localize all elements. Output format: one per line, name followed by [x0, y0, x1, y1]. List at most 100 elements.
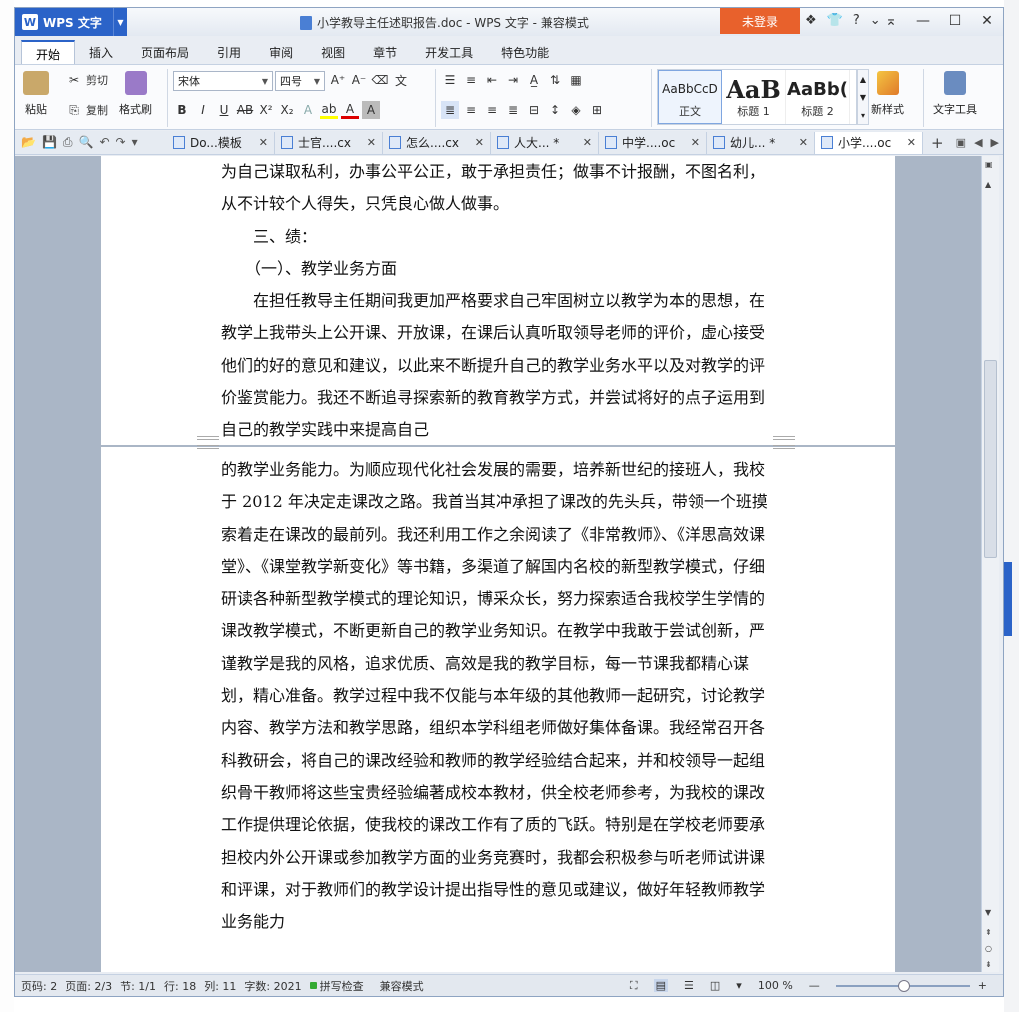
doc-tab[interactable]: 人大... * ✕ — [491, 131, 599, 154]
tab-features[interactable]: 特色功能 — [487, 40, 563, 64]
copy-button[interactable]: ⎘ 复制 — [65, 101, 108, 119]
redo-icon[interactable]: ↷ — [116, 135, 126, 150]
doc-tab[interactable]: 幼儿... * ✕ — [707, 131, 815, 154]
style-heading-2[interactable]: AaBb( 标题 2 — [786, 70, 850, 124]
style-heading-1[interactable]: AaB 标题 1 — [722, 70, 786, 124]
align-right-icon[interactable]: ≡ — [483, 101, 501, 119]
side-tab[interactable] — [1004, 562, 1012, 636]
new-style-button[interactable]: 新样式 — [871, 71, 904, 117]
font-color-icon[interactable]: A — [341, 101, 359, 119]
web-view-icon[interactable]: ◫ — [710, 979, 720, 992]
align-left-icon[interactable]: ≣ — [441, 101, 459, 119]
tab-next-icon[interactable]: ▶ — [991, 136, 999, 149]
tab-developer[interactable]: 开发工具 — [411, 40, 487, 64]
close-icon[interactable]: ✕ — [475, 136, 484, 149]
skin-icon[interactable]: ❖ — [805, 13, 817, 28]
vertical-scrollbar[interactable]: ▣ ▲ ▼ ⇞ ○ ⇟ — [981, 156, 999, 972]
spell-check-toggle[interactable]: 拼写检查 — [309, 978, 372, 994]
close-icon[interactable]: ✕ — [907, 136, 916, 149]
phonetic-icon[interactable]: 文 — [392, 71, 410, 89]
doc-tab[interactable]: 士官....cx ✕ — [275, 131, 383, 154]
browse-object-icon[interactable]: ○ — [985, 944, 992, 953]
customize-icon[interactable]: ▾ — [132, 135, 138, 150]
reading-mode-icon[interactable]: ▾ — [736, 979, 742, 992]
doc-tab[interactable]: 怎么....cx ✕ — [383, 131, 491, 154]
login-button[interactable]: 未登录 — [720, 8, 800, 34]
highlight-icon[interactable]: ab — [320, 101, 338, 119]
status-pages[interactable]: 页面: 2/3 — [65, 978, 112, 994]
superscript-icon[interactable]: X² — [257, 101, 275, 119]
next-page-icon[interactable]: ⇟ — [985, 960, 992, 969]
close-icon[interactable]: ✕ — [259, 136, 268, 149]
close-button[interactable]: ✕ — [971, 8, 1003, 34]
page[interactable]: 为自己谋取私利，办事公平公正，敢于承担责任；做事不计报酬，不图名利，从不计较个人… — [101, 156, 895, 447]
scroll-down-icon[interactable]: ▼ — [985, 908, 991, 917]
style-gallery-scroll[interactable]: ▲ ▼ ▾ — [857, 69, 869, 125]
page-1-text[interactable]: 为自己谋取私利，办事公平公正，敢于承担责任；做事不计报酬，不图名利，从不计较个人… — [221, 156, 776, 447]
outline-view-icon[interactable]: ☰ — [684, 979, 694, 992]
cut-button[interactable]: ✂ 剪切 — [65, 71, 108, 89]
page-2-text[interactable]: 的教学业务能力。为顺应现代化社会发展的需要，培养新世纪的接班人，我校于 2012… — [221, 454, 776, 938]
align-center-icon[interactable]: ≡ — [462, 101, 480, 119]
chinese-layout-icon[interactable]: A̲ — [525, 71, 543, 89]
underline-icon[interactable]: U — [215, 101, 233, 119]
clear-format-icon[interactable]: ⌫ — [371, 71, 389, 89]
doc-tab[interactable]: Do...模板 ✕ — [167, 131, 275, 154]
maximize-button[interactable]: ☐ — [939, 8, 971, 34]
style-normal[interactable]: AaBbCcD 正文 — [658, 70, 722, 124]
table-icon[interactable]: ▦ — [567, 71, 585, 89]
status-page-number[interactable]: 页码: 2 — [21, 978, 57, 994]
preview-icon[interactable]: 🔍 — [79, 135, 94, 150]
paste-button[interactable]: 粘贴 — [23, 71, 49, 117]
grow-font-icon[interactable]: A⁺ — [329, 71, 347, 89]
chevron-down-icon[interactable]: ▼ — [113, 8, 127, 36]
shirt-icon[interactable]: 👕 — [827, 13, 843, 28]
border-icon[interactable]: ⊞ — [588, 101, 606, 119]
save-icon[interactable]: 💾 — [42, 135, 57, 150]
doc-tab-active[interactable]: 小学....oc ✕ — [815, 131, 923, 154]
status-word-count[interactable]: 字数: 2021 — [244, 978, 301, 994]
scrollbar-thumb[interactable] — [984, 360, 997, 558]
format-painter-button[interactable]: 格式刷 — [119, 71, 152, 117]
help-icon[interactable]: ? — [853, 13, 860, 28]
decrease-indent-icon[interactable]: ⇤ — [483, 71, 501, 89]
close-icon[interactable]: ✕ — [799, 136, 808, 149]
distributed-icon[interactable]: ⊟ — [525, 101, 543, 119]
doc-tab[interactable]: 中学....oc ✕ — [599, 131, 707, 154]
fullscreen-view-icon[interactable]: ⛶ — [630, 979, 638, 993]
tab-view[interactable]: 视图 — [307, 40, 359, 64]
text-tools-button[interactable]: 文字工具 — [933, 71, 977, 117]
zoom-slider-knob[interactable] — [897, 979, 910, 992]
minimize-button[interactable]: — — [907, 8, 939, 34]
text-effect-icon[interactable]: A — [299, 101, 317, 119]
print-icon[interactable]: ⎙ — [63, 135, 73, 150]
numbered-list-icon[interactable]: ≡ — [462, 71, 480, 89]
bold-icon[interactable]: B — [173, 101, 191, 119]
page-view-icon[interactable]: ▤ — [653, 979, 669, 992]
char-shading-icon[interactable]: A — [362, 101, 380, 119]
tab-insert[interactable]: 插入 — [75, 40, 127, 64]
wps-menu-button[interactable]: W WPS 文字 ▼ — [15, 8, 127, 36]
close-icon[interactable]: ✕ — [583, 136, 592, 149]
page[interactable]: 的教学业务能力。为顺应现代化社会发展的需要，培养新世纪的接班人，我校于 2012… — [101, 439, 895, 972]
shading-icon[interactable]: ◈ — [567, 101, 585, 119]
tab-prev-icon[interactable]: ◀ — [974, 136, 982, 149]
strikethrough-icon[interactable]: AB — [236, 101, 254, 119]
font-size-select[interactable]: 四号 ▼ — [275, 71, 325, 91]
tab-review[interactable]: 审阅 — [255, 40, 307, 64]
justify-icon[interactable]: ≣ — [504, 101, 522, 119]
zoom-in-icon[interactable]: + — [978, 979, 987, 992]
shrink-font-icon[interactable]: A⁻ — [350, 71, 368, 89]
close-icon[interactable]: ✕ — [691, 136, 700, 149]
tab-section[interactable]: 章节 — [359, 40, 411, 64]
undo-icon[interactable]: ↶ — [99, 135, 109, 150]
prev-page-icon[interactable]: ⇞ — [985, 928, 992, 937]
tab-references[interactable]: 引用 — [203, 40, 255, 64]
split-icon[interactable]: ▣ — [985, 160, 993, 169]
scroll-up-icon[interactable]: ▲ — [985, 180, 991, 189]
subscript-icon[interactable]: X₂ — [278, 101, 296, 119]
tab-page-layout[interactable]: 页面布局 — [127, 40, 203, 64]
increase-indent-icon[interactable]: ⇥ — [504, 71, 522, 89]
tab-home[interactable]: 开始 — [21, 40, 76, 64]
close-icon[interactable]: ✕ — [367, 136, 376, 149]
